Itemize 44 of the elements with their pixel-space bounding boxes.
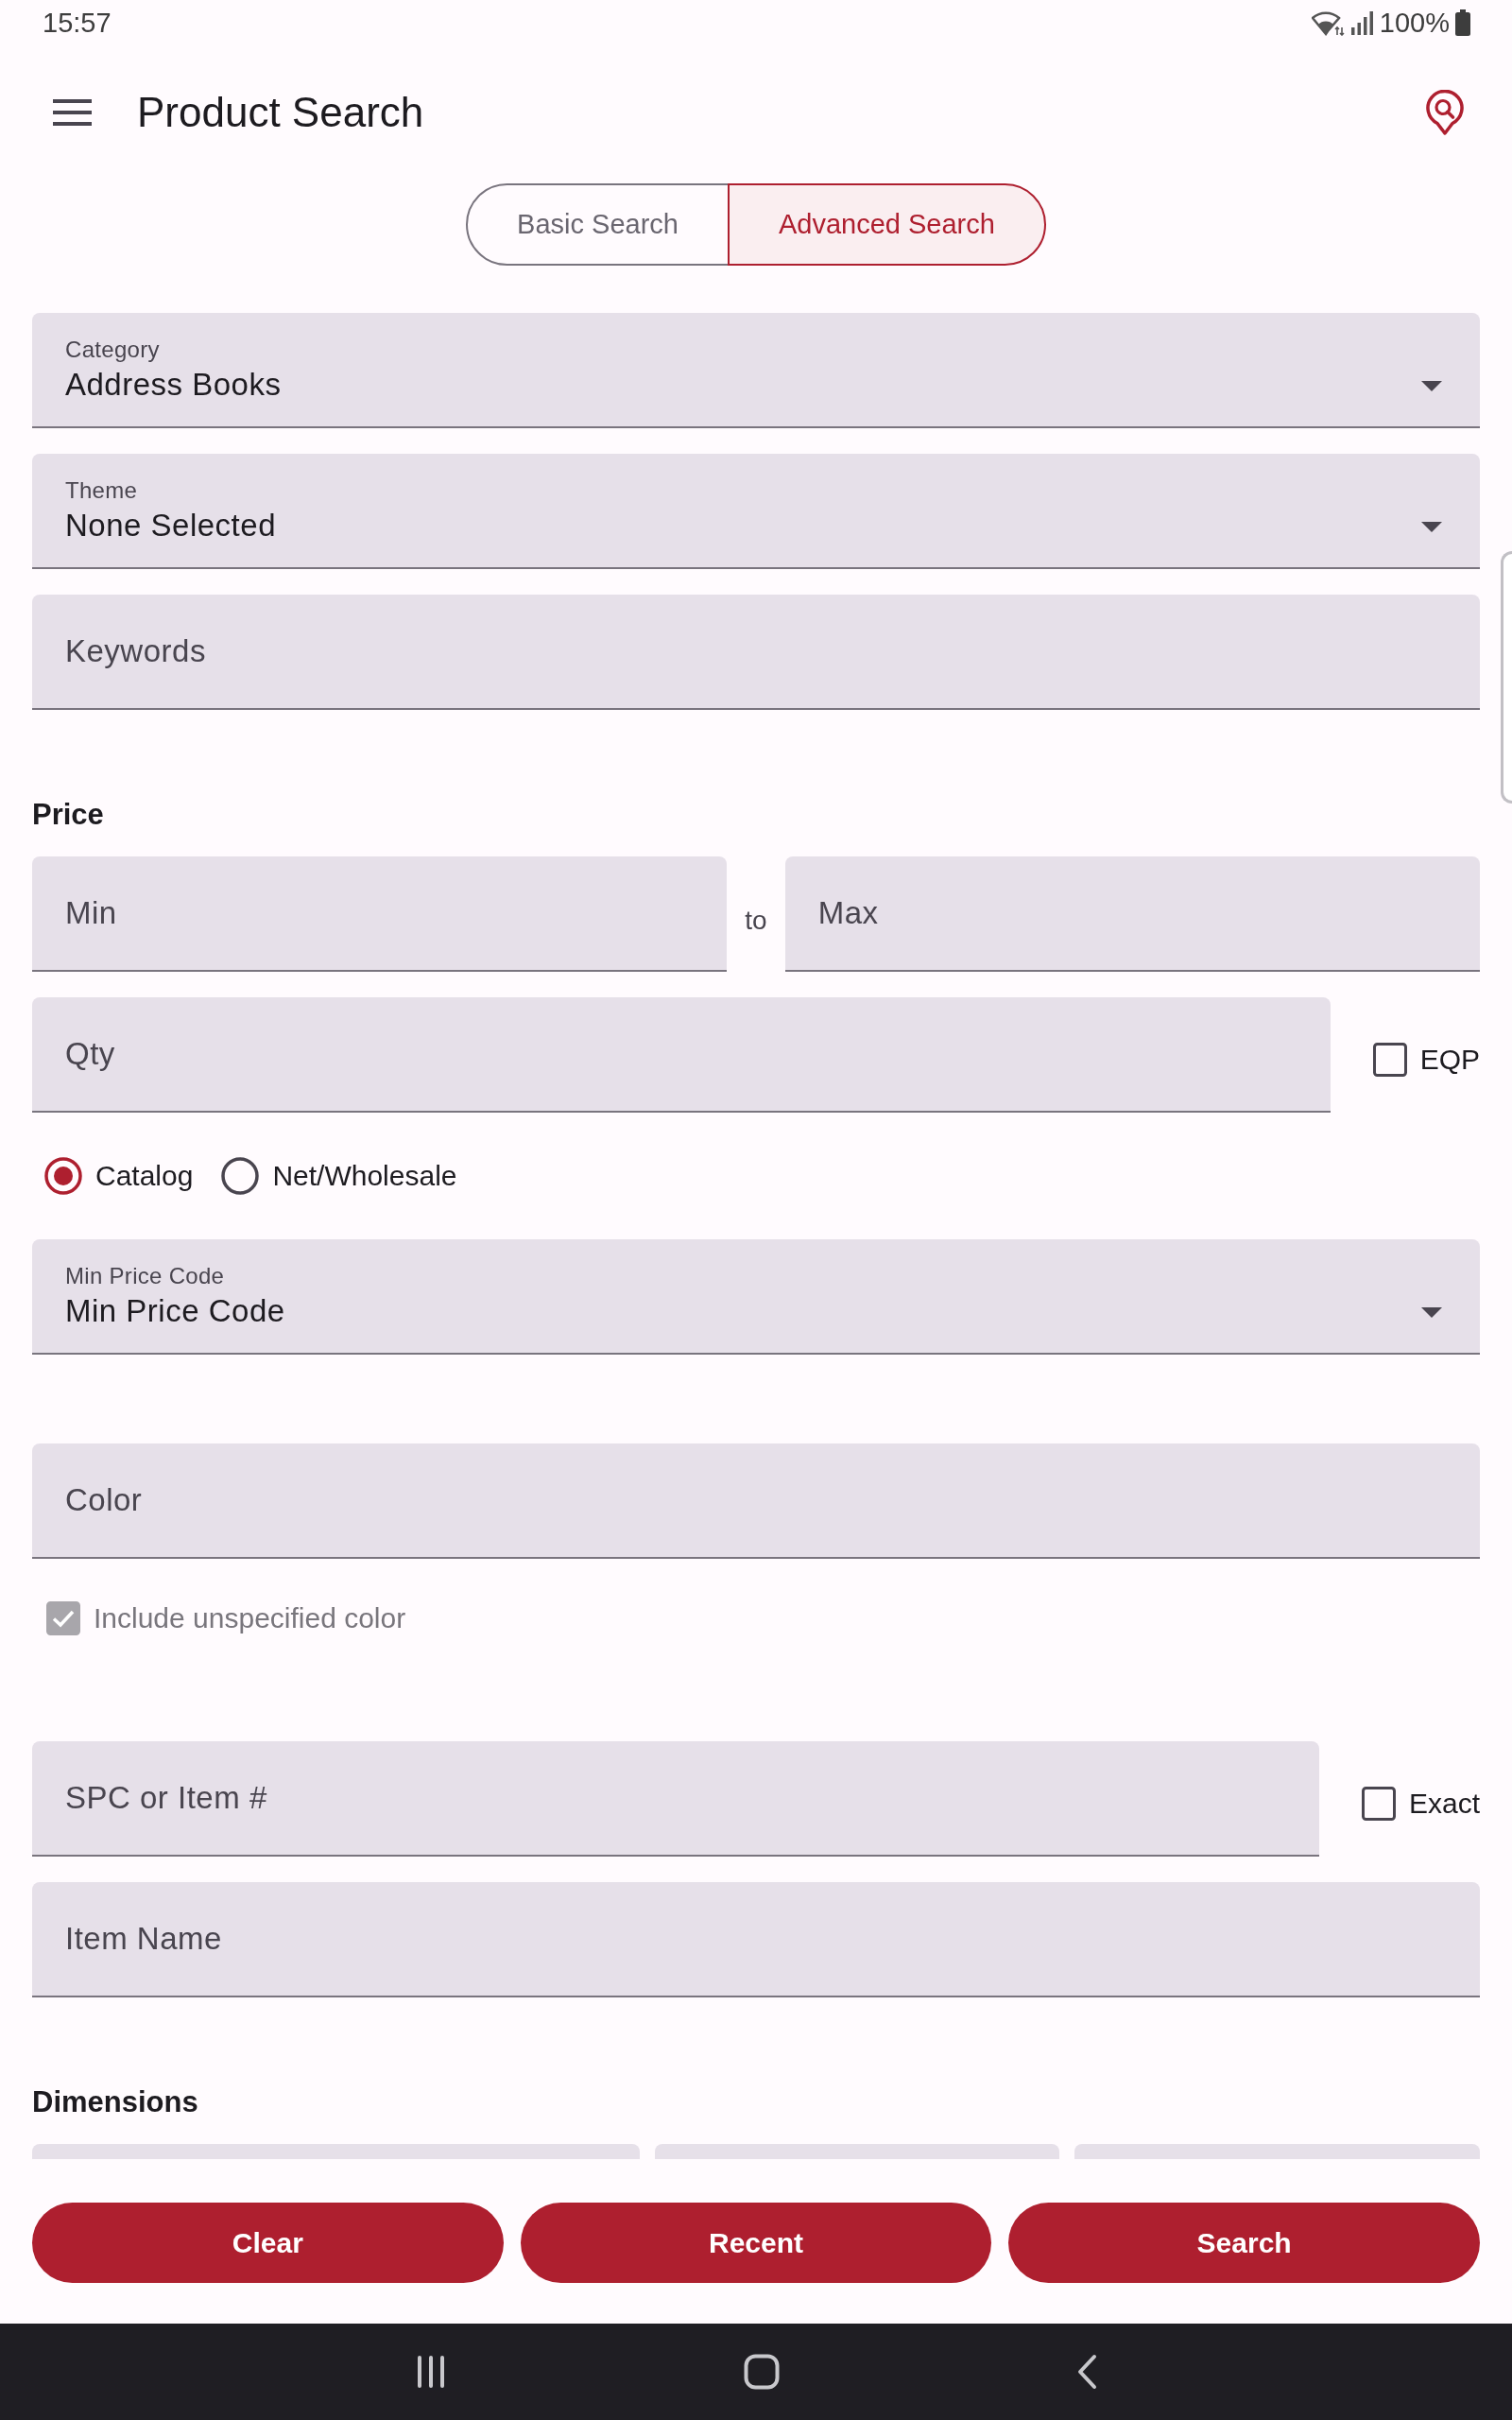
- input-field[interactable]: Max: [784, 856, 1480, 972]
- edge-panel-handle[interactable]: [1501, 551, 1512, 804]
- dropdown-field[interactable]: Category Address Books: [32, 313, 1480, 428]
- dropdown-field[interactable]: Theme None Selected: [32, 454, 1480, 569]
- action-button[interactable]: Clear: [32, 2203, 504, 2283]
- recent-apps-icon[interactable]: [415, 2356, 447, 2388]
- screen-title: Product Search: [137, 88, 425, 137]
- input-field[interactable]: Min: [32, 856, 728, 972]
- status-time: 15:57: [43, 7, 112, 39]
- tab[interactable]: Advanced Search: [727, 183, 1046, 266]
- input-field[interactable]: [1074, 2144, 1480, 2159]
- checkbox-label: Include unspecified color: [94, 1601, 406, 1635]
- radio-label: Catalog: [95, 1159, 194, 1193]
- back-icon[interactable]: [1076, 2354, 1097, 2390]
- dropdown-field[interactable]: Min Price Code Min Price Code: [32, 1239, 1480, 1355]
- signal-icon: [1350, 10, 1374, 35]
- checkbox[interactable]: [1372, 1043, 1407, 1077]
- checkbox-label: EQP: [1419, 1043, 1480, 1077]
- checkbox[interactable]: [1361, 1787, 1396, 1821]
- input-field[interactable]: Keywords: [32, 595, 1480, 710]
- radio-label: Net/Wholesale: [272, 1159, 457, 1193]
- action-button[interactable]: Search: [1008, 2203, 1480, 2283]
- wifi-icon: [1311, 9, 1346, 36]
- input-field[interactable]: Qty: [32, 997, 1331, 1113]
- input-field[interactable]: Color: [32, 1443, 1480, 1559]
- section-heading: Dimensions: [32, 2086, 199, 2118]
- section-heading: Price: [32, 799, 105, 831]
- input-field[interactable]: [654, 2144, 1060, 2159]
- radio-button[interactable]: [221, 1157, 260, 1195]
- menu-icon[interactable]: [53, 99, 92, 126]
- caret-icon: [1421, 1306, 1442, 1318]
- checkbox-label: Exact: [1408, 1787, 1480, 1821]
- radio-button[interactable]: [44, 1157, 82, 1195]
- caret-icon: [1421, 521, 1442, 532]
- search-icon[interactable]: [1425, 90, 1465, 135]
- input-field[interactable]: SPC or Item #: [32, 1741, 1319, 1857]
- battery-percentage: 100%: [1379, 7, 1450, 39]
- home-icon[interactable]: [744, 2354, 780, 2390]
- input-field[interactable]: [32, 2144, 640, 2159]
- battery-icon: [1455, 9, 1470, 36]
- caret-icon: [1421, 380, 1442, 391]
- input-field[interactable]: Item Name: [32, 1882, 1480, 1997]
- action-button[interactable]: Recent: [520, 2203, 992, 2283]
- range-separator-text: to: [745, 906, 767, 936]
